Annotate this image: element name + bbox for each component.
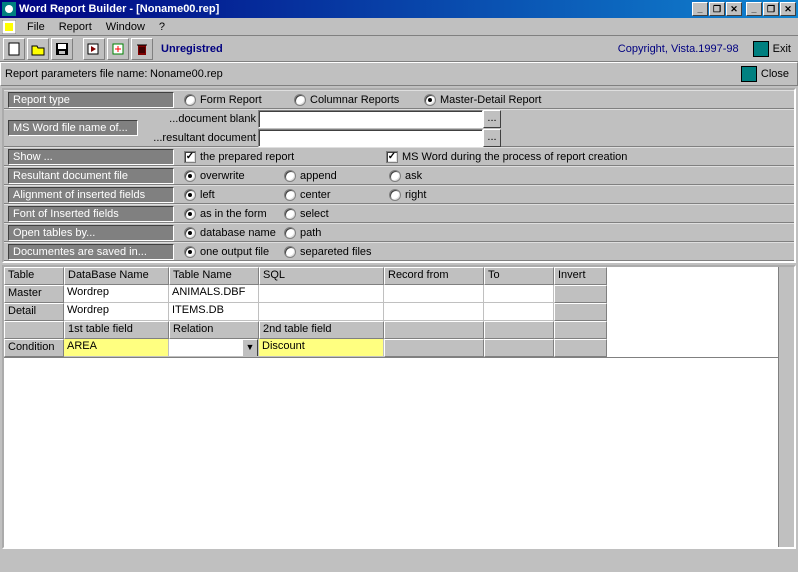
row-resultant: Resultant document file overwrite append…	[4, 166, 794, 185]
docsave-label: Documentes are saved in...	[8, 244, 174, 260]
outer-titlebar: Word Report Builder - [Noname00.rep] _ ❐…	[0, 0, 798, 18]
grid-empty-area	[4, 357, 778, 547]
run-button[interactable]	[83, 38, 105, 60]
radio-columnar[interactable]: Columnar Reports	[294, 94, 424, 106]
doc-blank-browse[interactable]: ...	[483, 110, 501, 128]
doc-result-label: ...resultant document	[138, 132, 258, 144]
word-file-label: MS Word file name of...	[8, 120, 138, 136]
grid-header2-row: 1st table field Relation 2nd table field	[4, 321, 778, 339]
radio-dbname[interactable]: database name	[184, 227, 284, 239]
grid: Table DataBase Name Table Name SQL Recor…	[2, 265, 796, 549]
mdi-close-button[interactable]: ✕	[726, 2, 742, 16]
restore-button[interactable]: ❐	[763, 2, 779, 16]
close-icon	[741, 66, 757, 82]
relation-dropdown[interactable]: ▼ = < <= > >= <>	[169, 339, 259, 357]
col-recfrom: Record from	[384, 267, 484, 285]
mdi-minimize-button[interactable]: _	[692, 2, 708, 16]
col-table: Table	[4, 267, 64, 285]
radio-asin[interactable]: as in the form	[184, 208, 284, 220]
grid-master-row[interactable]: Master Wordrep ANIMALS.DBF	[4, 285, 778, 303]
new-button[interactable]	[3, 38, 25, 60]
row-docsave: Documentes are saved in... one output fi…	[4, 242, 794, 261]
check-msword[interactable]: ✓MS Word during the process of report cr…	[386, 151, 627, 163]
mdi-icon[interactable]	[2, 20, 16, 34]
params-panel: Report parameters file name: Noname00.re…	[0, 62, 798, 86]
exit-button[interactable]: Exit	[749, 41, 795, 57]
radio-ask[interactable]: ask	[389, 170, 422, 182]
menu-file[interactable]: File	[20, 20, 52, 34]
mdi-restore-button[interactable]: ❐	[709, 2, 725, 16]
radio-master-detail[interactable]: Master-Detail Report	[424, 94, 541, 106]
grid-vscroll[interactable]	[778, 267, 794, 547]
radio-select[interactable]: select	[284, 208, 329, 220]
menu-report[interactable]: Report	[52, 20, 99, 34]
row-font: Font of Inserted fields as in the form s…	[4, 204, 794, 223]
row-show: Show ... ✓the prepared report ✓MS Word d…	[4, 147, 794, 166]
radio-one[interactable]: one output file	[184, 246, 284, 258]
grid-detail-row[interactable]: Detail Wordrep ITEMS.DB	[4, 303, 778, 321]
resultant-label: Resultant document file	[8, 168, 174, 184]
delete-button[interactable]	[131, 38, 153, 60]
col-invert: Invert	[554, 267, 607, 285]
radio-append[interactable]: append	[284, 170, 389, 182]
col-tname: Table Name	[169, 267, 259, 285]
status-label: Unregistred	[161, 43, 223, 55]
col-to: To	[484, 267, 554, 285]
alignment-label: Alignment of inserted fields	[8, 187, 174, 203]
close-label: Close	[761, 68, 789, 80]
radio-path[interactable]: path	[284, 227, 321, 239]
doc-result-input[interactable]	[258, 129, 483, 147]
font-label: Font of Inserted fields	[8, 206, 174, 222]
doc-result-browse[interactable]: ...	[483, 129, 501, 147]
radio-right[interactable]: right	[389, 189, 426, 201]
radio-left[interactable]: left	[184, 189, 284, 201]
row-report-type: Report type Form Report Columnar Reports…	[4, 90, 794, 109]
col-dbname: DataBase Name	[64, 267, 169, 285]
params-label: Report parameters file name:	[5, 68, 150, 80]
toolbar: Unregistred Copyright, Vista.1997-98 Exi…	[0, 36, 798, 62]
copyright-label: Copyright, Vista.1997-98	[618, 43, 739, 55]
params-value: Noname00.rep	[150, 68, 223, 80]
mdi-window-controls: _ ❐ ✕	[692, 2, 742, 16]
exit-label: Exit	[773, 43, 791, 55]
radio-form-report[interactable]: Form Report	[184, 94, 294, 106]
open-label: Open tables by...	[8, 225, 174, 241]
window-controls: _ ❐ ✕	[746, 2, 796, 16]
row-alignment: Alignment of inserted fields left center…	[4, 185, 794, 204]
menubar: File Report Window ?	[0, 18, 798, 36]
exit-icon	[753, 41, 769, 57]
row-open: Open tables by... database name path	[4, 223, 794, 242]
radio-sep[interactable]: separeted files	[284, 246, 372, 258]
export-button[interactable]	[107, 38, 129, 60]
col-sql: SQL	[259, 267, 384, 285]
grid-condition-row[interactable]: Condition AREA ▼ = < <= > >= <> Discount	[4, 339, 778, 357]
close-button[interactable]: ✕	[780, 2, 796, 16]
show-label: Show ...	[8, 149, 174, 165]
minimize-button[interactable]: _	[746, 2, 762, 16]
report-type-label: Report type	[8, 92, 174, 108]
menu-window[interactable]: Window	[99, 20, 152, 34]
close-panel-button[interactable]: Close	[737, 66, 793, 82]
check-prepared[interactable]: ✓the prepared report	[184, 151, 386, 163]
window-title: Word Report Builder - [Noname00.rep]	[19, 3, 219, 15]
grid-header-row: Table DataBase Name Table Name SQL Recor…	[4, 267, 778, 285]
radio-center[interactable]: center	[284, 189, 389, 201]
app-icon	[2, 2, 16, 16]
save-button[interactable]	[51, 38, 73, 60]
form-zone: Report type Form Report Columnar Reports…	[2, 88, 796, 263]
menu-help[interactable]: ?	[152, 20, 172, 34]
row-word-file: MS Word file name of... ...document blan…	[4, 109, 794, 147]
chevron-down-icon[interactable]: ▼	[242, 339, 258, 357]
doc-blank-input[interactable]	[258, 110, 483, 128]
doc-blank-label: ...document blank	[138, 113, 258, 125]
radio-overwrite[interactable]: overwrite	[184, 170, 284, 182]
open-button[interactable]	[27, 38, 49, 60]
